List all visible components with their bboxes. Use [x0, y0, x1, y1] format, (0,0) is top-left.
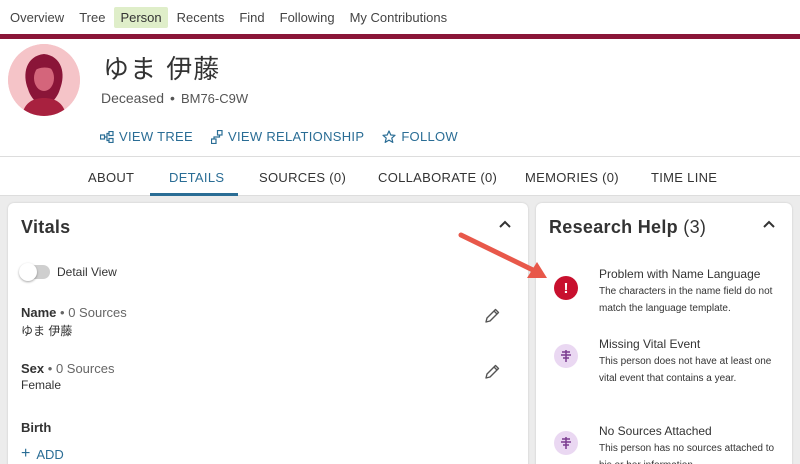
view-relationship-button[interactable]: VIEW RELATIONSHIP	[210, 129, 365, 144]
person-actions: VIEW TREE VIEW RELATIONSHIP FOLLOW	[100, 129, 476, 144]
edit-name-pencil-icon[interactable]	[483, 307, 501, 325]
person-id: BM76-C9W	[180, 90, 249, 106]
vitals-card: Vitals Detail View Name • 0 Sources ゆま 伊…	[8, 203, 528, 464]
tree-hint-icon	[554, 344, 578, 368]
birth-field-label-line: Birth	[21, 420, 51, 435]
tab-time-line[interactable]: TIME LINE	[651, 170, 717, 185]
person-header: ゆま 伊藤 Deceased • BM76-C9W VIEW TREE VIEW…	[0, 39, 800, 157]
sex-label: Sex	[21, 361, 45, 376]
person-name: ゆま 伊藤	[103, 55, 221, 85]
nav-recents[interactable]: Recents	[171, 7, 231, 28]
sex-sources-count: 0 Sources	[55, 361, 115, 376]
avatar	[8, 44, 80, 116]
error-icon: !	[554, 276, 578, 300]
tab-memories[interactable]: MEMORIES (0)	[525, 170, 619, 185]
name-label: Name	[21, 305, 57, 320]
name-value: ゆま 伊藤	[21, 324, 73, 338]
nav-my-contributions[interactable]: My Contributions	[344, 7, 454, 28]
add-birth-button[interactable]: + ADD	[21, 445, 64, 463]
female-avatar-icon	[8, 44, 80, 116]
collapse-chevron-up-icon[interactable]	[761, 217, 777, 233]
birth-label: Birth	[21, 420, 52, 435]
separator-dot: •	[170, 90, 175, 106]
tab-about[interactable]: ABOUT	[88, 170, 134, 185]
name-field-label-line: Name • 0 Sources	[21, 305, 127, 320]
sex-sources-sep: •	[47, 361, 56, 376]
view-tree-button[interactable]: VIEW TREE	[100, 129, 193, 144]
sex-field: Sex • 0 Sources Female	[21, 361, 114, 392]
follow-label: FOLLOW	[401, 129, 459, 144]
top-nav: Overview Tree Person Recents Find Follow…	[0, 0, 800, 34]
tab-collaborate[interactable]: COLLABORATE (0)	[378, 170, 497, 185]
vitals-title: Vitals	[21, 217, 71, 237]
birth-field: Birth	[21, 420, 51, 435]
detail-view-toggle-row: Detail View	[19, 263, 117, 281]
research-help-card: Research Help (3) ! Problem with Name La…	[536, 203, 792, 464]
research-help-title-text: Research Help	[549, 217, 678, 237]
record-hint-glyph	[561, 350, 571, 362]
tab-sources[interactable]: SOURCES (0)	[259, 170, 346, 185]
nav-find[interactable]: Find	[233, 7, 270, 28]
research-help-item-title: Missing Vital Event	[599, 337, 701, 351]
research-help-item-title: No Sources Attached	[599, 424, 712, 438]
research-help-count: (3)	[683, 217, 707, 237]
star-icon	[382, 129, 396, 143]
name-sources-sep: •	[60, 305, 69, 320]
person-tabs: ABOUT DETAILS SOURCES (0) COLLABORATE (0…	[0, 158, 800, 196]
name-field: Name • 0 Sources ゆま 伊藤	[21, 305, 127, 339]
nav-tree[interactable]: Tree	[73, 7, 111, 28]
sex-value: Female	[21, 378, 62, 392]
view-tree-label: VIEW TREE	[119, 129, 193, 144]
relationship-icon	[210, 129, 223, 144]
tab-details[interactable]: DETAILS	[169, 170, 224, 185]
follow-button[interactable]: FOLLOW	[382, 129, 458, 144]
toggle-knob	[19, 263, 37, 281]
detail-view-toggle[interactable]	[19, 263, 50, 281]
nav-person[interactable]: Person	[114, 6, 168, 28]
sex-field-label-line: Sex • 0 Sources	[21, 361, 114, 376]
tree-hint-icon	[554, 431, 578, 455]
view-relationship-label: VIEW RELATIONSHIP	[227, 129, 365, 144]
person-status-line: Deceased • BM76-C9W	[101, 90, 248, 106]
research-help-title: Research Help (3)	[549, 217, 706, 238]
research-help-item-desc: The characters in the name field do not …	[599, 286, 773, 314]
tree-icon	[100, 130, 114, 143]
plus-icon: +	[21, 445, 31, 462]
name-sources-count: 0 Sources	[68, 305, 127, 320]
research-help-item-title: Problem with Name Language	[599, 267, 761, 281]
annotation-arrow-icon	[458, 232, 547, 278]
edit-sex-pencil-icon[interactable]	[483, 363, 501, 381]
nav-following[interactable]: Following	[274, 7, 341, 28]
record-hint-glyph	[561, 437, 571, 449]
research-help-item-desc: This person does not have at least one v…	[599, 356, 772, 384]
deceased-label: Deceased	[101, 90, 165, 106]
research-help-item-desc: This person has no sources attached to h…	[599, 443, 775, 464]
details-content: Vitals Detail View Name • 0 Sources ゆま 伊…	[0, 196, 800, 464]
detail-view-label: Detail View	[57, 265, 117, 279]
nav-overview[interactable]: Overview	[4, 7, 70, 28]
add-label: ADD	[36, 446, 64, 462]
